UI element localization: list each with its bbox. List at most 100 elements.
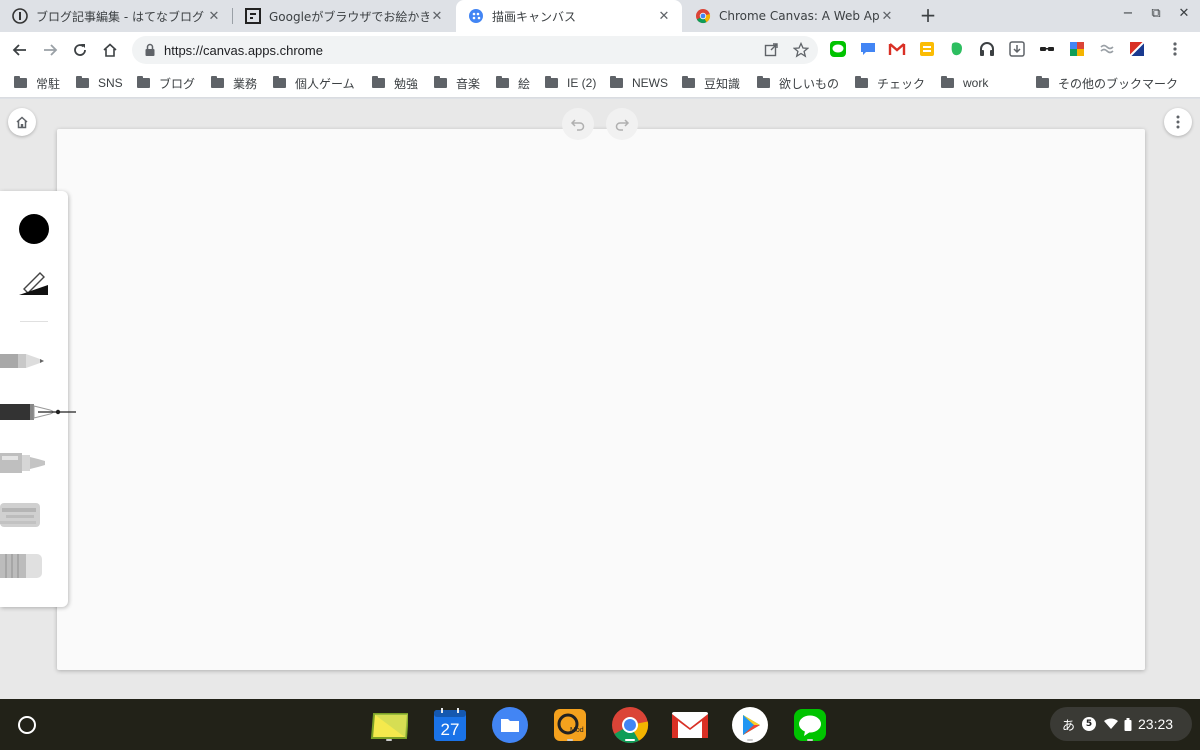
reload-button[interactable]: [68, 38, 92, 62]
bookmark-label: 勉強: [394, 76, 419, 91]
bookmark-folder[interactable]: 勉強: [372, 74, 418, 92]
folder-icon: [14, 76, 27, 88]
bookmark-folder[interactable]: NEWS: [610, 74, 668, 92]
close-icon[interactable]: ✕: [429, 9, 445, 24]
shelf-app-play-store[interactable]: [731, 707, 769, 743]
mod-label: Mod: [570, 727, 584, 734]
bookmark-folder[interactable]: 個人ゲーム: [273, 74, 355, 92]
drawing-canvas[interactable]: [57, 129, 1145, 670]
bookmark-folder[interactable]: work: [941, 74, 988, 92]
shelf-app-calendar[interactable]: 27: [431, 707, 469, 743]
launcher-button[interactable]: [18, 716, 36, 734]
folder-icon: [496, 76, 509, 88]
other-bookmarks-folder[interactable]: その他のブックマーク: [1036, 74, 1178, 92]
flag-extension-icon[interactable]: [1128, 40, 1146, 58]
ime-indicator[interactable]: あ: [1062, 715, 1075, 734]
bookmark-label: チェック: [877, 76, 926, 91]
folder-icon: [545, 76, 558, 88]
bookmark-folder[interactable]: チェック: [855, 74, 925, 92]
headphones-extension-icon[interactable]: [978, 40, 996, 58]
bookmark-label: 業務: [233, 76, 258, 91]
brush-size-button[interactable]: [18, 267, 50, 299]
note-extension-icon[interactable]: [918, 40, 936, 58]
pencil-tool[interactable]: [0, 346, 72, 376]
line-extension-icon[interactable]: [829, 40, 847, 58]
app-more-button[interactable]: [1164, 108, 1192, 136]
undo-icon: [570, 119, 585, 131]
shelf-app-line[interactable]: [791, 707, 829, 743]
arrow-left-icon: [12, 44, 26, 56]
home-button[interactable]: [98, 38, 122, 62]
app-home-button[interactable]: [8, 108, 36, 136]
shelf-app-keep[interactable]: [370, 707, 408, 743]
forward-button[interactable]: [38, 38, 62, 62]
new-tab-button[interactable]: +: [916, 4, 940, 28]
shelf-app-mod[interactable]: Mod: [551, 707, 589, 743]
notification-count-badge[interactable]: 5: [1082, 717, 1097, 731]
gmail-extension-icon[interactable]: [888, 40, 906, 58]
folder-icon: [855, 76, 868, 88]
browser-menu-icon[interactable]: [1166, 40, 1184, 58]
restore-button[interactable]: ⧉: [1146, 6, 1166, 26]
gmail-icon: [672, 712, 708, 738]
active-indicator: [625, 739, 635, 741]
address-bar[interactable]: https://canvas.apps.chrome: [132, 36, 818, 64]
pen-tool[interactable]: [0, 397, 76, 427]
eraser-icon: [0, 554, 42, 578]
tab-drawing-canvas[interactable]: 描画キャンバス ✕: [456, 0, 682, 32]
evernote-extension-icon[interactable]: [948, 40, 966, 58]
tab-title: Googleがブラウザでお絵かき: [269, 9, 429, 24]
clock[interactable]: 23:23: [1138, 716, 1173, 732]
waves-extension-icon[interactable]: [1098, 40, 1116, 58]
canvas-app: [0, 99, 1200, 699]
marker-tool[interactable]: [0, 448, 72, 478]
shelf-app-chrome[interactable]: [611, 707, 649, 744]
eraser-tool[interactable]: [0, 551, 72, 581]
download-extension-icon[interactable]: [1008, 40, 1026, 58]
line-icon: [794, 709, 826, 741]
keep-icon: [370, 713, 408, 739]
chat-extension-icon[interactable]: [859, 40, 877, 58]
url-text[interactable]: https://canvas.apps.chrome: [164, 43, 323, 58]
close-icon[interactable]: ✕: [879, 9, 895, 24]
status-tray[interactable]: あ 5 23:23: [1050, 707, 1192, 741]
tab-hatena-blog[interactable]: ブログ記事編集 - はてなブログ ✕: [0, 0, 232, 32]
google-translate-extension-icon[interactable]: [1068, 40, 1086, 58]
reload-icon: [74, 44, 86, 56]
tab-title: 描画キャンバス: [492, 9, 577, 24]
running-indicator: [807, 739, 813, 741]
close-icon[interactable]: ✕: [206, 9, 222, 24]
close-window-button[interactable]: ✕: [1174, 6, 1194, 26]
files-icon: [492, 707, 528, 743]
bookmark-folder[interactable]: SNS: [76, 74, 123, 92]
chalk-tool[interactable]: [0, 500, 72, 530]
folder-icon: [610, 76, 623, 88]
close-icon[interactable]: ✕: [656, 9, 672, 24]
bookmark-label: 絵: [518, 76, 531, 91]
bookmark-folder[interactable]: 業務: [211, 74, 257, 92]
bookmark-star-icon[interactable]: [792, 41, 810, 59]
bookmark-folder[interactable]: ブログ: [137, 74, 195, 92]
shelf-app-gmail[interactable]: [671, 707, 709, 743]
calendar-day: 27: [440, 720, 460, 739]
shelf-app-files[interactable]: [491, 707, 529, 743]
undo-button[interactable]: [562, 108, 594, 140]
bookmark-folder[interactable]: 欲しいもの: [757, 74, 839, 92]
tab-google-news[interactable]: Googleがブラウザでお絵かき ✕: [233, 0, 455, 32]
bookmark-folder[interactable]: IE (2): [545, 74, 596, 92]
bookmark-folder[interactable]: 音楽: [434, 74, 480, 92]
hatena-blog-icon: [12, 8, 28, 24]
tab-chrome-canvas-article[interactable]: Chrome Canvas: A Web App Fo ✕: [683, 0, 905, 32]
open-in-window-icon[interactable]: [762, 41, 780, 59]
browser-toolbar: https://canvas.apps.chrome: [0, 32, 1200, 68]
redo-button[interactable]: [606, 108, 638, 140]
back-button[interactable]: [8, 38, 32, 62]
bookmark-folder[interactable]: 常駐: [14, 74, 60, 92]
bookmark-label: ブログ: [159, 76, 196, 91]
color-picker-button[interactable]: [19, 214, 49, 244]
incognito-extension-icon[interactable]: [1038, 40, 1056, 58]
bookmark-folder[interactable]: 絵: [496, 74, 530, 92]
minimize-button[interactable]: −: [1118, 6, 1138, 26]
bookmark-folder[interactable]: 豆知識: [682, 74, 740, 92]
chrome-icon: [695, 8, 711, 24]
